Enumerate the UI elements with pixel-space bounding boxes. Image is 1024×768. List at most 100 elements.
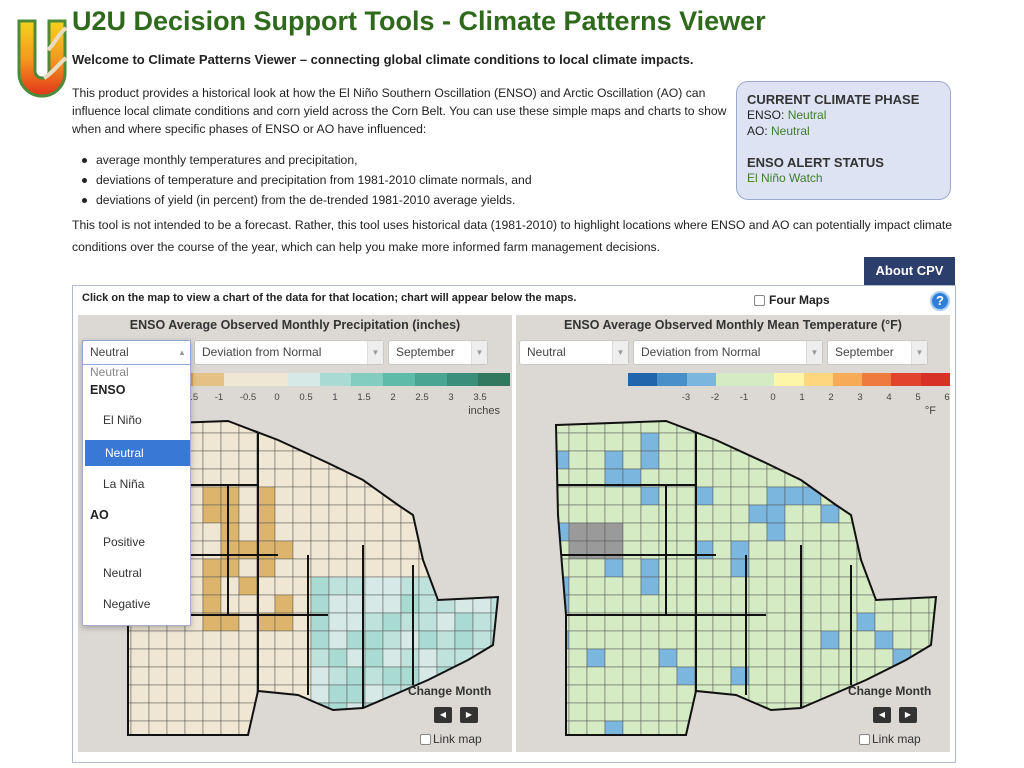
county-cell[interactable] — [568, 576, 588, 596]
county-cell[interactable] — [184, 702, 204, 722]
phase-select[interactable]: Neutral ▼ — [519, 340, 629, 365]
county-cell[interactable] — [856, 504, 876, 524]
county-cell[interactable] — [346, 450, 366, 470]
phase-select[interactable]: Neutral ▲ — [82, 340, 191, 365]
county-cell[interactable] — [454, 540, 474, 560]
county-cell[interactable] — [803, 739, 821, 752]
county-cell[interactable] — [472, 415, 492, 434]
county-cell[interactable] — [784, 504, 804, 524]
county-cell[interactable] — [472, 522, 492, 542]
county-cell[interactable] — [418, 522, 438, 542]
county-cell[interactable] — [569, 739, 587, 752]
county-cell[interactable] — [874, 468, 894, 488]
county-cell[interactable] — [784, 486, 804, 506]
county-cell[interactable] — [220, 648, 240, 668]
county-cell[interactable] — [802, 432, 822, 452]
county-cell[interactable] — [676, 558, 696, 578]
county-cell[interactable] — [490, 666, 509, 686]
county-cell[interactable] — [676, 594, 696, 614]
county-cell[interactable] — [400, 450, 420, 470]
county-cell[interactable] — [418, 612, 438, 632]
county-cell[interactable] — [712, 522, 732, 542]
county-cell[interactable] — [802, 540, 822, 560]
county-cell[interactable] — [820, 594, 840, 614]
county-cell[interactable] — [184, 666, 204, 686]
county-cell[interactable] — [856, 612, 876, 632]
county-cell[interactable] — [802, 450, 822, 470]
county-cell[interactable] — [928, 522, 947, 542]
county-cell[interactable] — [928, 666, 947, 686]
county-cell[interactable] — [802, 522, 822, 542]
county-cell[interactable] — [676, 666, 696, 686]
county-cell[interactable] — [604, 540, 624, 560]
county-cell[interactable] — [238, 450, 258, 470]
county-cell[interactable] — [256, 558, 276, 578]
county-cell[interactable] — [382, 450, 402, 470]
county-cell[interactable] — [346, 522, 366, 542]
county-cell[interactable] — [874, 486, 894, 506]
county-cell[interactable] — [328, 684, 348, 704]
county-cell[interactable] — [400, 468, 420, 488]
county-cell[interactable] — [928, 504, 947, 524]
county-cell[interactable] — [310, 594, 330, 614]
county-cell[interactable] — [382, 702, 402, 722]
county-cell[interactable] — [382, 684, 402, 704]
county-cell[interactable] — [658, 486, 678, 506]
county-cell[interactable] — [892, 450, 912, 470]
county-cell[interactable] — [694, 486, 714, 506]
county-cell[interactable] — [587, 739, 605, 752]
county-cell[interactable] — [454, 504, 474, 524]
county-cell[interactable] — [730, 486, 750, 506]
county-cell[interactable] — [748, 648, 768, 668]
county-cell[interactable] — [148, 630, 168, 650]
county-cell[interactable] — [892, 468, 912, 488]
county-cell[interactable] — [346, 720, 366, 739]
option-ao-negative[interactable]: Negative — [83, 591, 188, 617]
county-cell[interactable] — [892, 576, 912, 596]
prev-month-button[interactable]: ◀ — [873, 707, 891, 723]
county-cell[interactable] — [712, 594, 732, 614]
county-cell[interactable] — [346, 504, 366, 524]
county-cell[interactable] — [928, 720, 947, 739]
county-cell[interactable] — [748, 486, 768, 506]
county-cell[interactable] — [802, 504, 822, 524]
county-cell[interactable] — [382, 522, 402, 542]
county-cell[interactable] — [820, 576, 840, 596]
county-cell[interactable] — [454, 450, 474, 470]
county-cell[interactable] — [490, 415, 509, 434]
county-cell[interactable] — [274, 720, 294, 739]
county-cell[interactable] — [238, 486, 258, 506]
county-cell[interactable] — [328, 504, 348, 524]
county-cell[interactable] — [928, 648, 947, 668]
county-cell[interactable] — [766, 576, 786, 596]
county-cell[interactable] — [257, 739, 275, 752]
county-cell[interactable] — [292, 468, 312, 488]
county-cell[interactable] — [928, 468, 947, 488]
county-cell[interactable] — [785, 739, 803, 752]
county-cell[interactable] — [730, 415, 750, 434]
county-cell[interactable] — [238, 594, 258, 614]
county-cell[interactable] — [184, 630, 204, 650]
county-cell[interactable] — [418, 648, 438, 668]
county-cell[interactable] — [748, 594, 768, 614]
county-cell[interactable] — [712, 666, 732, 686]
county-cell[interactable] — [220, 558, 240, 578]
county-cell[interactable] — [400, 594, 420, 614]
county-cell[interactable] — [292, 720, 312, 739]
county-cell[interactable] — [766, 684, 786, 704]
county-cell[interactable] — [892, 666, 912, 686]
county-cell[interactable] — [586, 666, 606, 686]
four-maps-checkbox[interactable] — [754, 294, 765, 306]
county-cell[interactable] — [622, 450, 642, 470]
county-cell[interactable] — [274, 648, 294, 668]
county-cell[interactable] — [364, 558, 384, 578]
county-cell[interactable] — [310, 648, 330, 668]
county-cell[interactable] — [838, 612, 858, 632]
county-cell[interactable] — [658, 576, 678, 596]
county-cell[interactable] — [400, 540, 420, 560]
county-cell[interactable] — [856, 648, 876, 668]
county-cell[interactable] — [184, 684, 204, 704]
county-cell[interactable] — [568, 684, 588, 704]
county-cell[interactable] — [658, 522, 678, 542]
county-cell[interactable] — [820, 558, 840, 578]
